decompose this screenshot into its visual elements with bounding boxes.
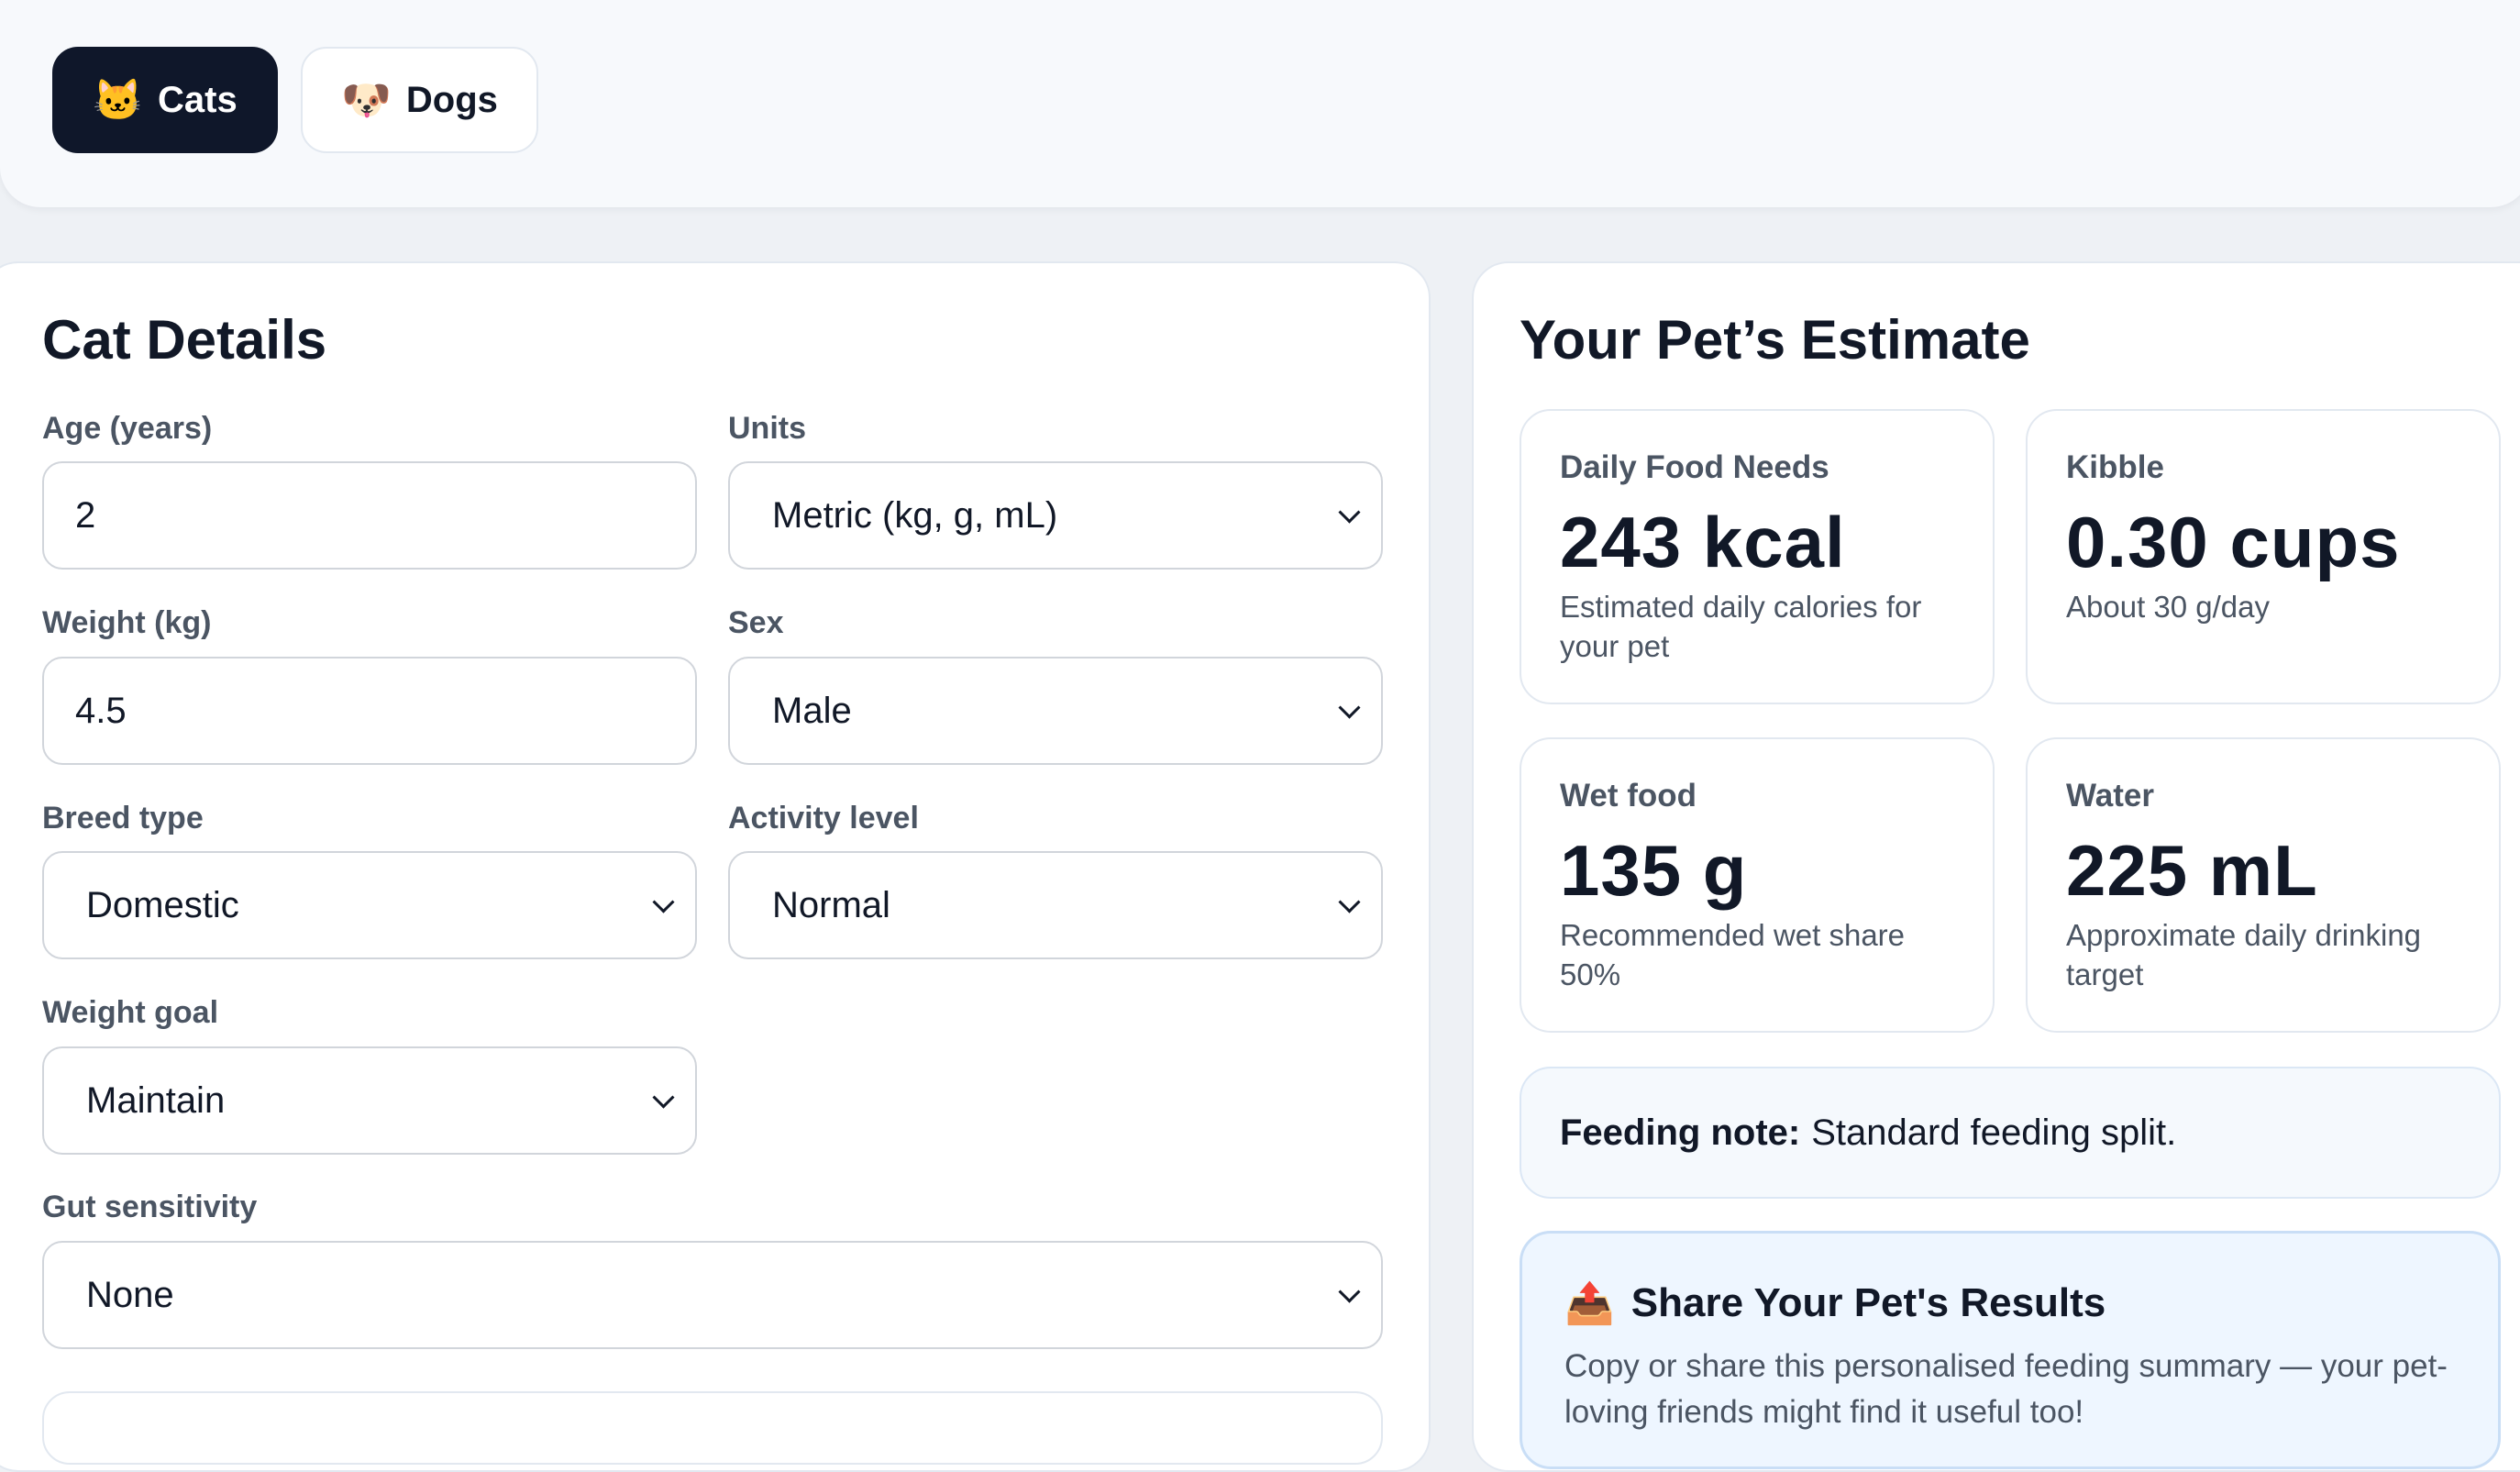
weight-value: 4.5 <box>75 690 127 731</box>
activity-value: Normal <box>772 884 890 925</box>
feeding-note-text: Standard feeding split. <box>1811 1112 2177 1153</box>
chevron-down-icon <box>1338 501 1361 524</box>
result-card-kibble: Kibble 0.30 cups About 30 g/day <box>2026 409 2501 704</box>
units-label: Units <box>728 411 806 446</box>
chevron-down-icon <box>1338 891 1361 913</box>
dog-face-icon: 🐶 <box>341 78 392 123</box>
weight-label: Weight (kg) <box>42 605 212 640</box>
card-title: Water <box>2066 778 2154 813</box>
result-card-wet-food: Wet food 135 g Recommended wet share 50% <box>1520 737 1995 1033</box>
goal-label: Weight goal <box>42 995 219 1030</box>
tab-cats[interactable]: 🐱 Cats <box>52 47 278 153</box>
chevron-down-icon <box>1338 1280 1361 1303</box>
cat-face-icon: 🐱 <box>93 78 144 123</box>
card-description: Approximate daily drinking target <box>2066 918 2422 991</box>
gut-label: Gut sensitivity <box>42 1190 258 1224</box>
card-title: Daily Food Needs <box>1560 449 1829 485</box>
card-value: 225 mL <box>2066 830 2318 911</box>
feeding-note-label: Feeding note: <box>1560 1112 1801 1153</box>
activity-label: Activity level <box>728 801 919 836</box>
chevron-down-icon <box>652 891 675 913</box>
card-title: Kibble <box>2066 449 2164 485</box>
result-card-water: Water 225 mL Approximate daily drinking … <box>2026 737 2501 1033</box>
estimate-title: Your Pet’s Estimate <box>1520 309 2030 371</box>
breed-select[interactable]: Domestic <box>42 851 697 959</box>
share-title: 📤 Share Your Pet's Results <box>1564 1279 2106 1327</box>
species-tab-bar: 🐱 Cats 🐶 Dogs <box>0 0 2520 207</box>
card-value: 135 g <box>1560 830 1748 911</box>
card-title: Wet food <box>1560 778 1697 813</box>
details-title: Cat Details <box>42 309 327 371</box>
feeding-note: Feeding note: Standard feeding split. <box>1520 1067 2501 1199</box>
goal-select[interactable]: Maintain <box>42 1046 697 1155</box>
age-value: 2 <box>75 494 96 536</box>
tab-dogs[interactable]: 🐶 Dogs <box>301 47 538 153</box>
tab-dogs-label: Dogs <box>405 79 498 120</box>
result-card-calories: Daily Food Needs 243 kcal Estimated dail… <box>1520 409 1995 704</box>
share-title-text: Share Your Pet's Results <box>1630 1280 2106 1325</box>
card-description: Recommended wet share 50% <box>1560 918 1906 991</box>
share-description: Copy or share this personalised feeding … <box>1564 1348 2448 1430</box>
breed-value: Domestic <box>86 884 239 925</box>
sex-value: Male <box>772 690 852 731</box>
chevron-down-icon <box>1338 696 1361 719</box>
card-description: Estimated daily calories for your pet <box>1560 590 1922 663</box>
goal-value: Maintain <box>86 1079 226 1121</box>
units-value: Metric (kg, g, mL) <box>772 494 1058 536</box>
card-description: About 30 g/day <box>2066 590 2271 624</box>
gut-value: None <box>86 1274 174 1315</box>
card-value: 243 kcal <box>1560 502 1846 582</box>
age-label: Age (years) <box>42 411 213 446</box>
chevron-down-icon <box>652 1086 675 1109</box>
breed-label: Breed type <box>42 801 204 836</box>
next-section-card <box>42 1391 1383 1465</box>
weight-input[interactable]: 4.5 <box>42 657 697 765</box>
activity-select[interactable]: Normal <box>728 851 1383 959</box>
units-select[interactable]: Metric (kg, g, mL) <box>728 461 1383 570</box>
age-input[interactable]: 2 <box>42 461 697 570</box>
card-value: 0.30 cups <box>2066 502 2401 582</box>
outbox-tray-icon: 📤 <box>1564 1281 1615 1326</box>
sex-select[interactable]: Male <box>728 657 1383 765</box>
share-results-card: 📤 Share Your Pet's Results Copy or share… <box>1520 1231 2501 1469</box>
gut-select[interactable]: None <box>42 1241 1383 1349</box>
tab-cats-label: Cats <box>158 79 238 120</box>
sex-label: Sex <box>728 605 784 640</box>
